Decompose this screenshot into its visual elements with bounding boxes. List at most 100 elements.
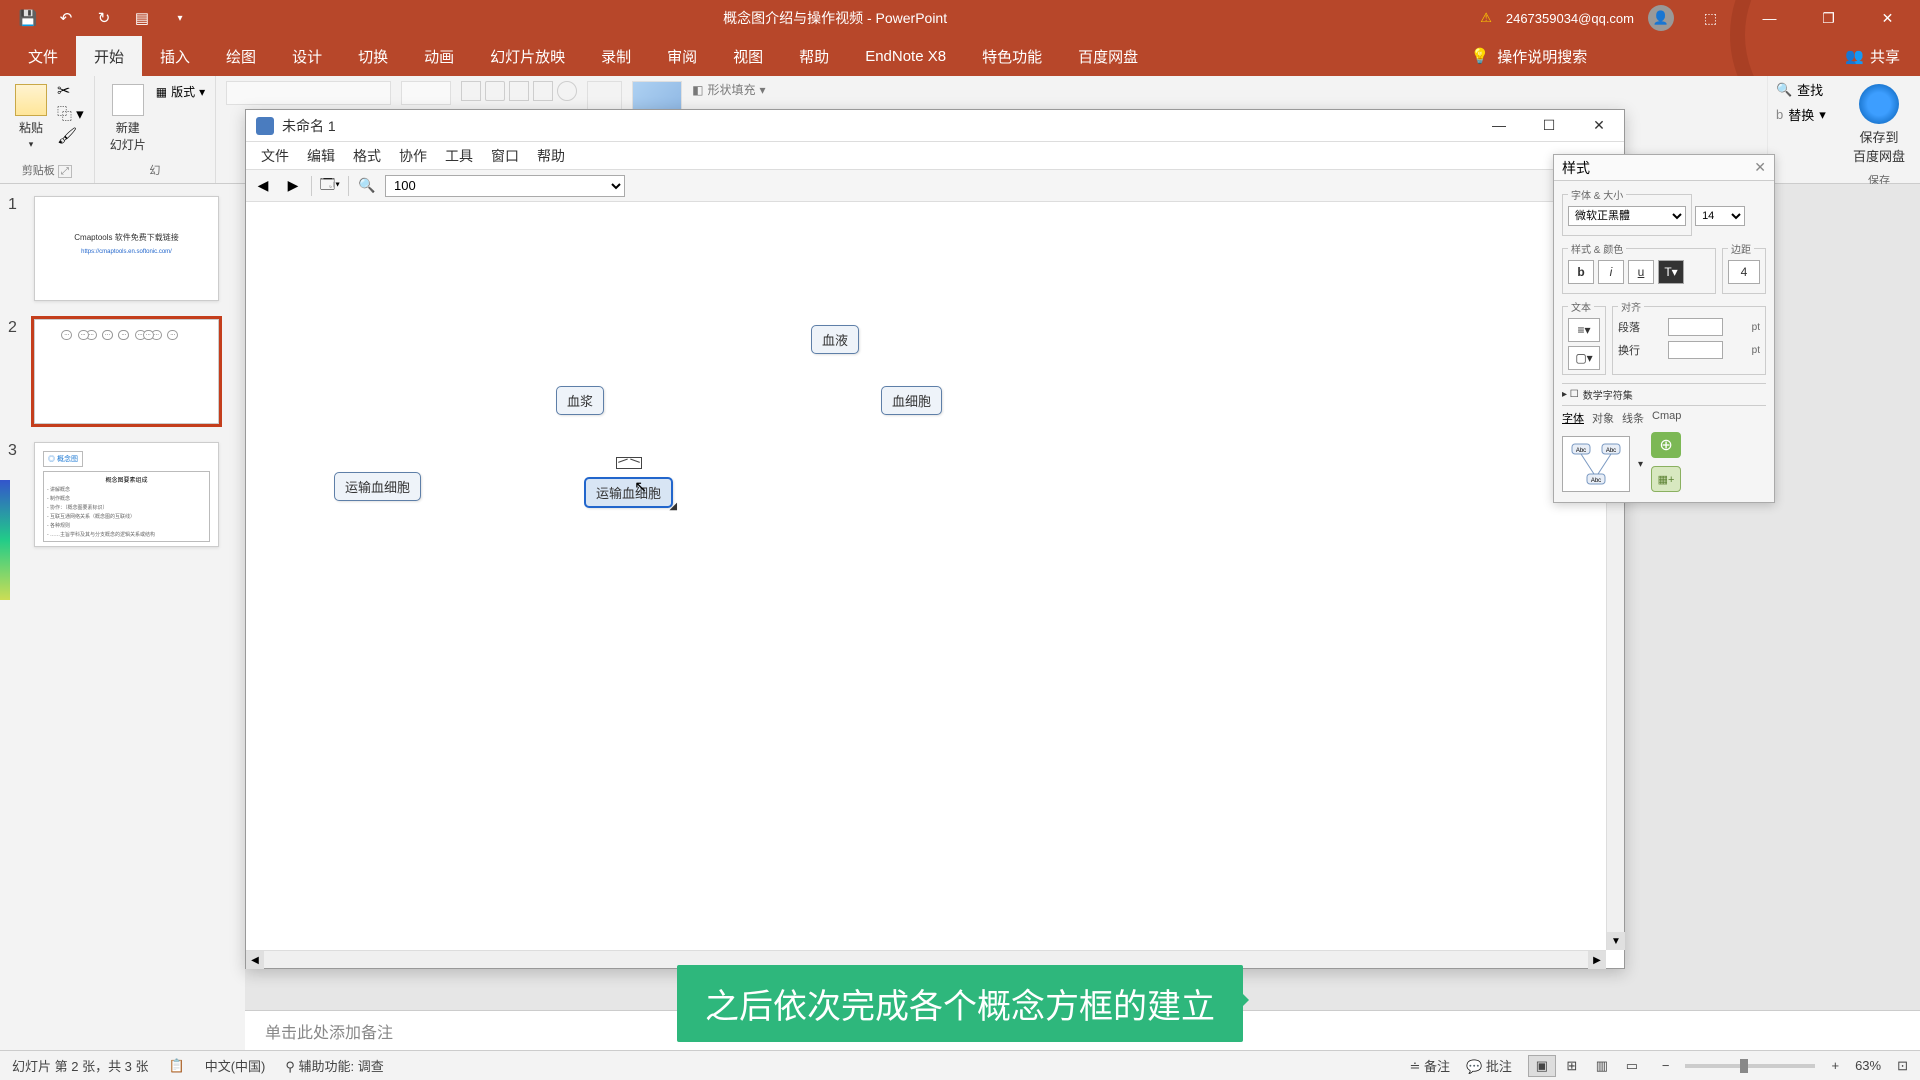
concept-node-bloodcells[interactable]: 血细胞 [881, 386, 942, 415]
scroll-left-icon[interactable]: ◀ [246, 951, 264, 969]
add-style-button[interactable]: ⊕ [1651, 432, 1681, 458]
tab-record[interactable]: 录制 [583, 36, 649, 76]
layout-button[interactable]: ▦ 版式 ▾ [156, 83, 205, 100]
underline-button[interactable]: u [1628, 260, 1654, 284]
paste-button[interactable]: 粘贴 ▾ [10, 81, 52, 153]
tab-insert[interactable]: 插入 [142, 36, 208, 76]
cmap-zoom-select[interactable]: 100 [385, 175, 625, 197]
styles-tab-object[interactable]: 对象 [1592, 410, 1614, 426]
maximize-icon[interactable]: ❐ [1806, 0, 1851, 36]
cmap-menu-edit[interactable]: 编辑 [300, 144, 342, 168]
slide-thumbnail-1[interactable]: Cmaptools 软件免费下载链接 https://cmaptools.en.… [34, 196, 219, 301]
undo-icon[interactable]: ↶ [56, 8, 76, 28]
resize-handle-icon[interactable]: ◢ [669, 501, 677, 512]
accessibility-check[interactable]: ⚲ 辅助功能: 调查 [285, 1056, 383, 1075]
zoom-out-icon[interactable]: − [1662, 1058, 1670, 1073]
cmap-menu-format[interactable]: 格式 [346, 144, 388, 168]
margin-button[interactable]: 4 [1728, 260, 1760, 284]
minimize-icon[interactable]: — [1747, 0, 1792, 36]
slide-thumbnail-2[interactable]: ··· ··· ··· ··· ··· ··· ··· ··· ··· ··· … [34, 319, 219, 424]
clipboard-dialog-icon[interactable]: ⤢ [58, 165, 72, 178]
cmap-menu-collab[interactable]: 协作 [392, 144, 434, 168]
styles-tab-line[interactable]: 线条 [1622, 410, 1644, 426]
tab-features[interactable]: 特色功能 [964, 36, 1060, 76]
fit-to-window-icon[interactable]: ⊡ [1897, 1058, 1908, 1074]
comments-toggle[interactable]: 💬 批注 [1466, 1056, 1512, 1075]
ribbon-display-icon[interactable]: ⬚ [1688, 0, 1733, 36]
redo-icon[interactable]: ↻ [94, 8, 114, 28]
save-icon[interactable]: 💾 [18, 8, 38, 28]
styles-close-icon[interactable]: ✕ [1754, 159, 1766, 176]
tab-transitions[interactable]: 切换 [340, 36, 406, 76]
add-layout-button[interactable]: ▦+ [1651, 466, 1681, 492]
tab-endnote[interactable]: EndNote X8 [847, 36, 964, 76]
tab-draw[interactable]: 绘图 [208, 36, 274, 76]
cmap-minimize-icon[interactable]: — [1484, 117, 1514, 134]
user-email[interactable]: 2467359034@qq.com [1506, 11, 1634, 26]
new-slide-button[interactable]: 新建 幻灯片 [105, 81, 151, 156]
zoom-slider[interactable] [1685, 1064, 1815, 1068]
find-button[interactable]: 🔍 查找 [1776, 80, 1830, 99]
concept-node-plasma[interactable]: 血浆 [556, 386, 604, 415]
spellcheck-icon[interactable]: 📋 [169, 1058, 185, 1074]
tab-animations[interactable]: 动画 [406, 36, 472, 76]
node-link-handle[interactable] [616, 457, 642, 469]
reading-view-icon[interactable]: ▥ [1588, 1055, 1616, 1077]
cmap-zoom-icon[interactable]: 🔍 [355, 174, 379, 198]
cmap-titlebar[interactable]: 未命名 1 — ☐ ✕ [246, 110, 1624, 142]
concept-node-transport2-selected[interactable]: 运输血细胞 ◢ ↖ [584, 477, 673, 508]
tab-baidu[interactable]: 百度网盘 [1060, 36, 1156, 76]
tab-home[interactable]: 开始 [76, 36, 142, 76]
concept-node-blood[interactable]: 血液 [811, 325, 859, 354]
oval-shape[interactable] [557, 81, 577, 101]
shape-fill-button[interactable]: ◧ 形状填充 ▾ [692, 81, 765, 98]
font-size-select[interactable]: 14 [1695, 206, 1745, 226]
zoom-in-icon[interactable]: + [1831, 1058, 1839, 1073]
tab-slideshow[interactable]: 幻灯片放映 [472, 36, 583, 76]
concept-node-transport1[interactable]: 运输血细胞 [334, 472, 421, 501]
format-painter-icon[interactable]: 🖌 [57, 126, 84, 146]
notes-toggle[interactable]: ≐ 备注 [1410, 1056, 1451, 1075]
replace-button[interactable]: b 替换 ▾ [1776, 105, 1830, 124]
text-color-button[interactable]: T▾ [1658, 260, 1684, 284]
bold-button[interactable]: b [1568, 260, 1594, 284]
rect-shape[interactable] [533, 81, 553, 101]
slide-counter[interactable]: 幻灯片 第 2 张，共 3 张 [12, 1056, 149, 1075]
start-slideshow-icon[interactable]: ▤ [132, 8, 152, 28]
tell-me-search[interactable]: 💡 操作说明搜索 [1471, 46, 1588, 67]
math-charset-checkbox[interactable]: ▸ ☐数学字符集 [1562, 383, 1766, 406]
cmap-forward-icon[interactable]: ▶ [281, 174, 305, 198]
cmap-back-icon[interactable]: ◀ [251, 174, 275, 198]
copy-icon[interactable]: ⿻ ▾ [57, 103, 84, 124]
styles-tab-font[interactable]: 字体 [1562, 410, 1584, 426]
arrow-shape[interactable] [509, 81, 529, 101]
spacing-input[interactable] [1668, 318, 1723, 336]
tab-design[interactable]: 设计 [274, 36, 340, 76]
cmap-menu-file[interactable]: 文件 [254, 144, 296, 168]
normal-view-icon[interactable]: ▣ [1528, 1055, 1556, 1077]
italic-button[interactable]: i [1598, 260, 1624, 284]
cut-icon[interactable]: ✂ [57, 81, 84, 101]
slideshow-view-icon[interactable]: ▭ [1618, 1055, 1646, 1077]
scroll-right-icon[interactable]: ▶ [1588, 951, 1606, 969]
cmap-menu-tools[interactable]: 工具 [438, 144, 480, 168]
textbox-shape[interactable] [461, 81, 481, 101]
language-indicator[interactable]: 中文(中国) [205, 1056, 266, 1075]
share-button[interactable]: 👥 共享 [1845, 46, 1900, 67]
font-name-select[interactable]: 微软正黑體 [1568, 206, 1686, 226]
cmap-menu-help[interactable]: 帮助 [530, 144, 572, 168]
preview-dropdown-icon[interactable]: ▾ [1638, 459, 1643, 470]
text-dir-button[interactable]: ▢▾ [1568, 346, 1600, 370]
tab-view[interactable]: 视图 [715, 36, 781, 76]
tab-help[interactable]: 帮助 [781, 36, 847, 76]
tab-review[interactable]: 审阅 [649, 36, 715, 76]
sorter-view-icon[interactable]: ⊞ [1558, 1055, 1586, 1077]
qat-dropdown-icon[interactable]: ▾ [170, 8, 190, 28]
user-avatar-icon[interactable]: 👤 [1648, 5, 1674, 31]
close-icon[interactable]: ✕ [1865, 0, 1910, 36]
scroll-down-icon[interactable]: ▼ [1607, 932, 1625, 950]
font-size-combo[interactable] [401, 81, 451, 105]
cmap-view-icon[interactable]: 🗔▾ [318, 174, 342, 198]
warning-icon[interactable]: ⚠ [1480, 10, 1492, 26]
tab-file[interactable]: 文件 [10, 36, 76, 76]
